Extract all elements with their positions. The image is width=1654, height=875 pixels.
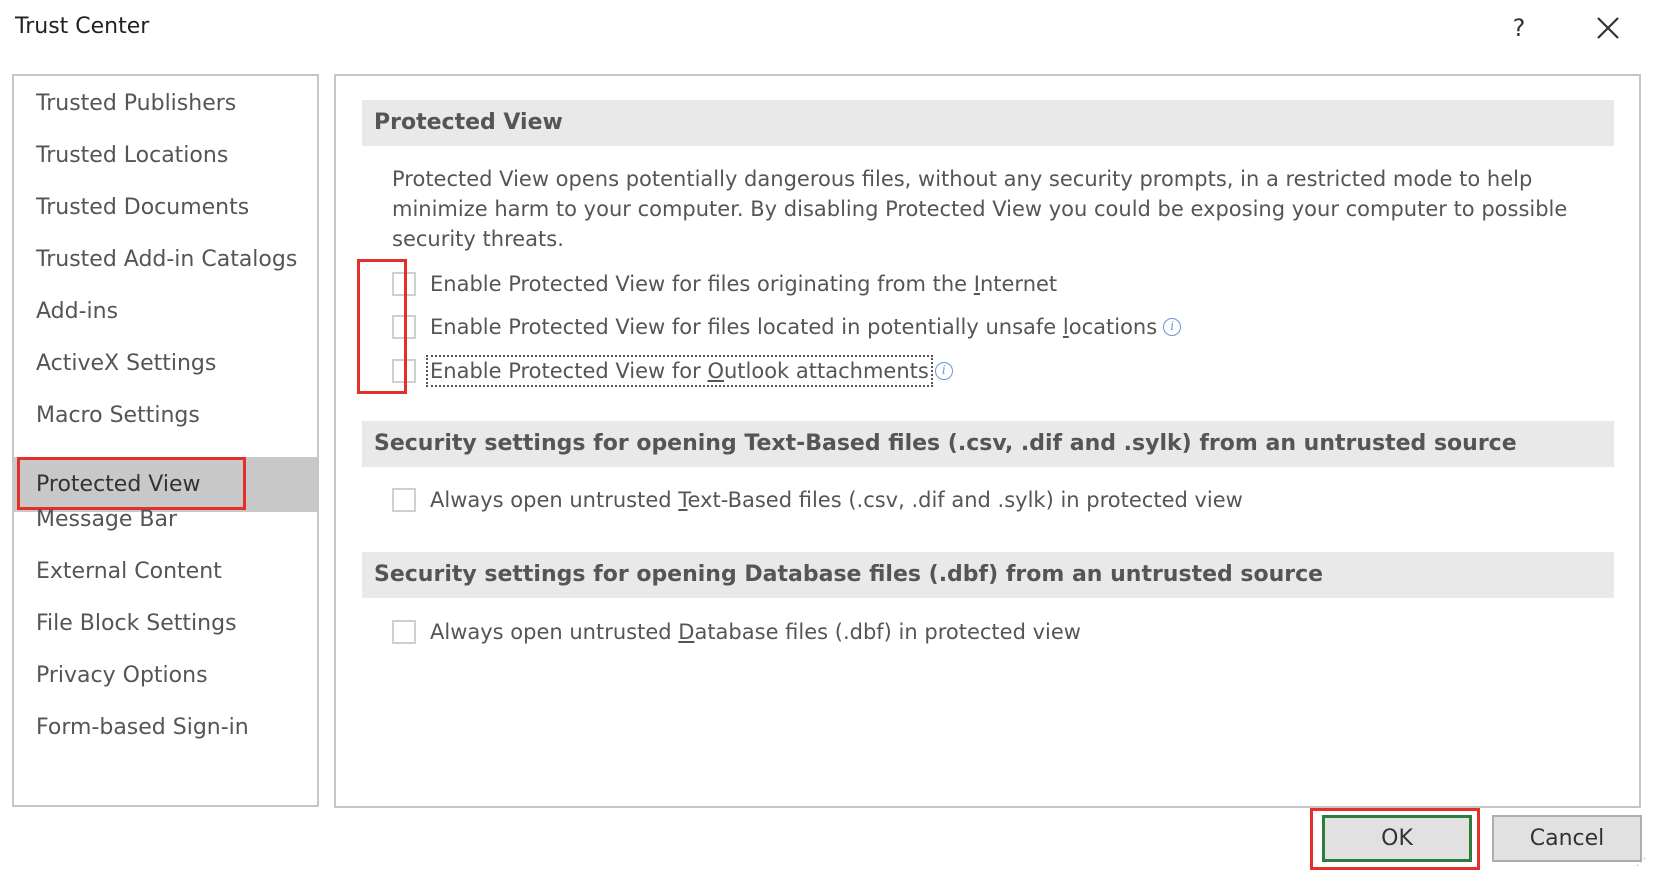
resize-grip-icon[interactable]: ⋰ [1636,858,1652,874]
option-outlook-attachments: Enable Protected View for Outlook attach… [392,353,953,389]
label-text: Always open untrusted [430,488,679,512]
sidebar-item-label: Trusted Add-in Catalogs [36,247,298,272]
sidebar-item-label: ActiveX Settings [36,351,217,376]
sidebar-nav: Trusted Publishers Trusted Locations Tru… [12,74,319,807]
accelerator-key: D [678,620,695,644]
sidebar-item-trusted-publishers[interactable]: Trusted Publishers [14,76,317,131]
sidebar-item-label: Message Bar [36,507,178,532]
checkbox-text-based-files[interactable] [392,488,416,512]
sidebar-item-privacy-options[interactable]: Privacy Options [14,648,317,703]
close-button[interactable] [1590,8,1626,48]
label-text: ext-Based files (.csv, .dif and .sylk) i… [687,488,1243,512]
info-icon[interactable]: i [1163,318,1182,336]
ok-button[interactable]: OK [1322,815,1472,862]
checkbox-highlight-box [357,259,407,394]
label-text: nternet [979,272,1058,296]
accelerator-key: O [707,359,724,383]
sidebar-item-file-block-settings[interactable]: File Block Settings [14,596,317,651]
sidebar-item-label: Trusted Documents [36,195,250,220]
sidebar-item-trusted-add-in-catalogs[interactable]: Trusted Add-in Catalogs [14,232,317,287]
dialog-title: Trust Center [15,14,150,39]
accelerator-key: T [678,488,688,512]
cancel-button[interactable]: Cancel [1492,815,1642,862]
section-heading-database-files: Security settings for opening Database f… [362,552,1614,598]
sidebar-item-message-bar[interactable]: Message Bar [14,492,317,547]
info-icon[interactable]: i [934,362,953,380]
option-label[interactable]: Enable Protected View for files located … [430,315,1157,339]
option-label[interactable]: Enable Protected View for Outlook attach… [426,355,933,387]
label-text: Enable Protected View for [430,359,708,383]
sidebar-item-label: File Block Settings [36,611,237,636]
option-unsafe-locations: Enable Protected View for files located … [392,309,1182,345]
sidebar-item-external-content[interactable]: External Content [14,544,317,599]
protected-view-description: Protected View opens potentially dangero… [392,167,1568,251]
sidebar-item-form-based-sign-in[interactable]: Form-based Sign-in [14,700,317,755]
option-label[interactable]: Enable Protected View for files originat… [430,272,1057,296]
section-heading-protected-view: Protected View [362,100,1614,146]
sidebar-item-label: External Content [36,559,222,584]
sidebar-item-label: Macro Settings [36,403,200,428]
sidebar-item-label: Add-ins [36,299,119,324]
option-database-files: Always open untrusted Database files (.d… [392,614,1081,650]
option-text-based-files: Always open untrusted Text-Based files (… [392,482,1243,518]
sidebar-item-label: Privacy Options [36,663,208,688]
settings-panel: Protected View Protected View opens pote… [334,74,1641,808]
label-text: ocations [1068,315,1158,339]
label-text: utlook attachments [723,359,929,383]
label-text: atabase files (.dbf) in protected view [694,620,1081,644]
sidebar-item-label: Trusted Publishers [36,91,237,116]
help-button[interactable]: ? [1505,10,1533,46]
sidebar-item-trusted-documents[interactable]: Trusted Documents [14,180,317,235]
sidebar-item-label: Trusted Locations [36,143,229,168]
label-text: Enable Protected View for files located … [430,315,1063,339]
close-icon [1597,17,1619,39]
sidebar-item-activex-settings[interactable]: ActiveX Settings [14,336,317,391]
label-text: Enable Protected View for files originat… [430,272,974,296]
section-heading-text-files: Security settings for opening Text-Based… [362,421,1614,467]
label-text: Always open untrusted [430,620,679,644]
option-label[interactable]: Always open untrusted Text-Based files (… [430,488,1243,512]
sidebar-item-macro-settings[interactable]: Macro Settings [14,388,317,443]
option-label[interactable]: Always open untrusted Database files (.d… [430,620,1081,644]
sidebar-item-trusted-locations[interactable]: Trusted Locations [14,128,317,183]
option-internet-files: Enable Protected View for files originat… [392,266,1057,302]
sidebar-item-add-ins[interactable]: Add-ins [14,284,317,339]
sidebar-item-label: Form-based Sign-in [36,715,249,740]
checkbox-database-files[interactable] [392,620,416,644]
